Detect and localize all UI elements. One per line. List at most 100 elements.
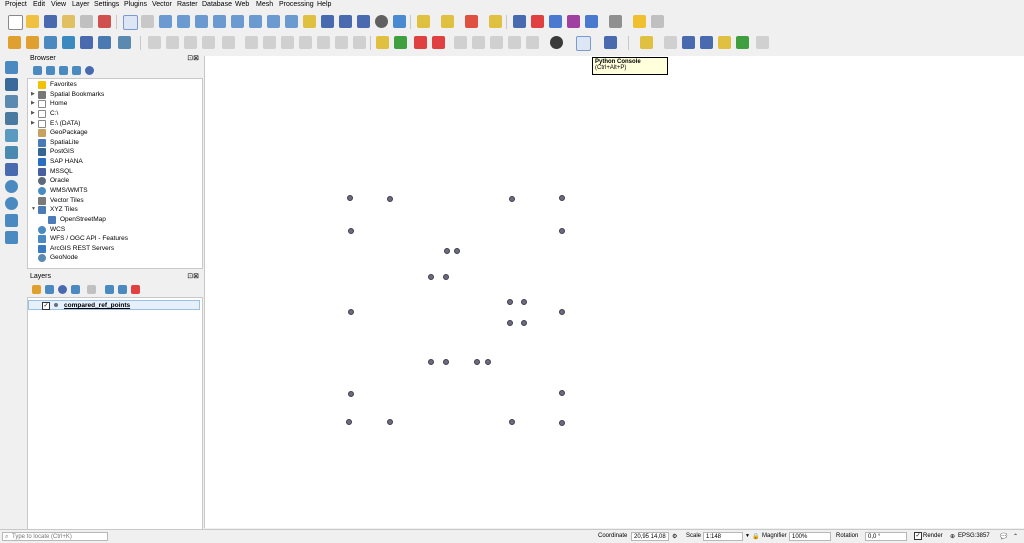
map-point[interactable]	[443, 274, 449, 280]
coordinate-field[interactable]: 20,95 14,08	[631, 532, 669, 541]
zoom-native-icon[interactable]	[249, 15, 262, 28]
new-bookmark-icon[interactable]	[339, 15, 352, 28]
zoom-last-icon[interactable]	[267, 15, 280, 28]
map-point[interactable]	[559, 195, 565, 201]
messages-icon[interactable]: 💬	[1000, 533, 1007, 540]
collapse-all-icon[interactable]	[72, 66, 81, 75]
pan-to-selection-icon[interactable]	[141, 15, 154, 28]
zoom-layer-icon[interactable]	[231, 15, 244, 28]
identify-icon[interactable]	[513, 15, 526, 28]
zoom-next-icon[interactable]	[285, 15, 298, 28]
new-virtual-layer-icon[interactable]	[5, 231, 18, 244]
map-canvas[interactable]	[204, 56, 1024, 528]
manage-map-themes-icon[interactable]	[58, 285, 67, 294]
rotate-label-icon[interactable]	[472, 36, 485, 49]
new-print-layout-icon[interactable]	[62, 15, 75, 28]
move-diagram-icon[interactable]	[526, 36, 539, 49]
processing-toolbox-icon[interactable]	[549, 15, 562, 28]
text-annotation-icon[interactable]	[664, 36, 677, 49]
map-tips-icon[interactable]	[633, 15, 646, 28]
add-wfs-icon[interactable]	[5, 214, 18, 227]
filter-expression-icon[interactable]	[87, 285, 96, 294]
zoom-out-icon[interactable]	[177, 15, 190, 28]
add-raster-icon[interactable]	[5, 78, 18, 91]
data-source-manager-icon[interactable]	[8, 36, 21, 49]
menu-web[interactable]: Web	[235, 1, 249, 8]
show-hide-labels-icon[interactable]	[432, 36, 445, 49]
new-layer-icon[interactable]	[26, 36, 39, 49]
annotation-icon[interactable]	[640, 36, 653, 49]
map-point[interactable]	[559, 228, 565, 234]
map-point[interactable]	[346, 419, 352, 425]
paste-features-icon[interactable]	[299, 36, 312, 49]
form-annotation-icon[interactable]	[682, 36, 695, 49]
map-point[interactable]	[348, 391, 354, 397]
save-edits-icon[interactable]	[184, 36, 197, 49]
add-selected-layers-icon[interactable]	[33, 66, 42, 75]
map-point[interactable]	[509, 419, 515, 425]
new-project-icon[interactable]	[8, 15, 23, 30]
edit-pencil-icon[interactable]	[166, 36, 179, 49]
map-point[interactable]	[521, 320, 527, 326]
settings-gear-icon[interactable]	[651, 15, 664, 28]
menu-layer[interactable]: Layer	[72, 1, 90, 8]
expand-arrow-icon[interactable]: ▶	[31, 91, 35, 97]
refresh-icon[interactable]	[393, 15, 406, 28]
open-project-icon[interactable]	[26, 15, 39, 28]
zoom-full-icon[interactable]	[195, 15, 208, 28]
delete-selected-icon[interactable]	[245, 36, 258, 49]
plugin-globe-icon[interactable]	[550, 36, 563, 49]
layout-manager-icon[interactable]	[80, 15, 93, 28]
pin-labels-icon[interactable]	[414, 36, 427, 49]
temporal-controller-icon[interactable]	[375, 15, 388, 28]
map-point[interactable]	[521, 299, 527, 305]
layer-diagram-icon[interactable]	[394, 36, 407, 49]
crs-label[interactable]: EPSG:3857	[958, 533, 990, 539]
refresh-icon[interactable]	[46, 66, 55, 75]
identify-features-icon[interactable]	[417, 15, 430, 28]
expand-arrow-icon[interactable]: ▶	[31, 100, 35, 106]
deselect-features-icon[interactable]	[465, 15, 478, 28]
chevron-up-icon[interactable]: ⌃	[1013, 533, 1018, 540]
new-3d-view-icon[interactable]	[321, 15, 334, 28]
menu-settings[interactable]: Settings	[94, 1, 119, 8]
rotation-spinbox[interactable]: 0,0 °	[865, 532, 907, 541]
text-tool-icon[interactable]	[756, 36, 769, 49]
move-annotation-icon[interactable]	[736, 36, 749, 49]
map-point[interactable]	[559, 420, 565, 426]
scale-combo[interactable]: 1:148	[703, 532, 743, 541]
collapse-all-icon[interactable]	[118, 285, 127, 294]
map-point[interactable]	[428, 359, 434, 365]
add-raster-layer-icon[interactable]	[62, 36, 75, 49]
open-layer-styling-icon[interactable]	[32, 285, 41, 294]
crs-globe-icon[interactable]: ⊕	[950, 533, 955, 540]
map-point[interactable]	[559, 309, 565, 315]
svg-annotation-icon[interactable]	[718, 36, 731, 49]
map-point[interactable]	[347, 195, 353, 201]
expand-arrow-icon[interactable]: ▶	[31, 110, 35, 116]
statistics-icon[interactable]	[567, 15, 580, 28]
select-features-icon[interactable]	[441, 15, 454, 28]
add-wms-layer-icon[interactable]	[118, 36, 131, 49]
map-point[interactable]	[509, 196, 515, 202]
toggle-extents-icon[interactable]: ⚙	[672, 533, 677, 540]
attribute-table-icon[interactable]	[531, 15, 544, 28]
zoom-in-icon[interactable]	[159, 15, 172, 28]
menu-vector[interactable]: Vector	[152, 1, 172, 8]
menu-raster[interactable]: Raster	[177, 1, 198, 8]
show-bookmarks-icon[interactable]	[357, 15, 370, 28]
label-icon[interactable]	[376, 36, 389, 49]
move-label-icon[interactable]	[454, 36, 467, 49]
map-point[interactable]	[387, 196, 393, 202]
measure-icon[interactable]	[609, 15, 622, 28]
new-map-view-icon[interactable]	[303, 15, 316, 28]
menu-mesh[interactable]: Mesh	[256, 1, 273, 8]
add-geopackage-icon[interactable]	[5, 129, 18, 142]
style-manager-icon[interactable]	[98, 15, 111, 28]
add-wcs-icon[interactable]	[5, 197, 18, 210]
add-postgis-icon[interactable]	[5, 163, 18, 176]
add-vector-icon[interactable]	[5, 61, 18, 74]
menu-project[interactable]: Project	[5, 1, 27, 8]
map-point[interactable]	[454, 248, 460, 254]
map-point[interactable]	[444, 248, 450, 254]
